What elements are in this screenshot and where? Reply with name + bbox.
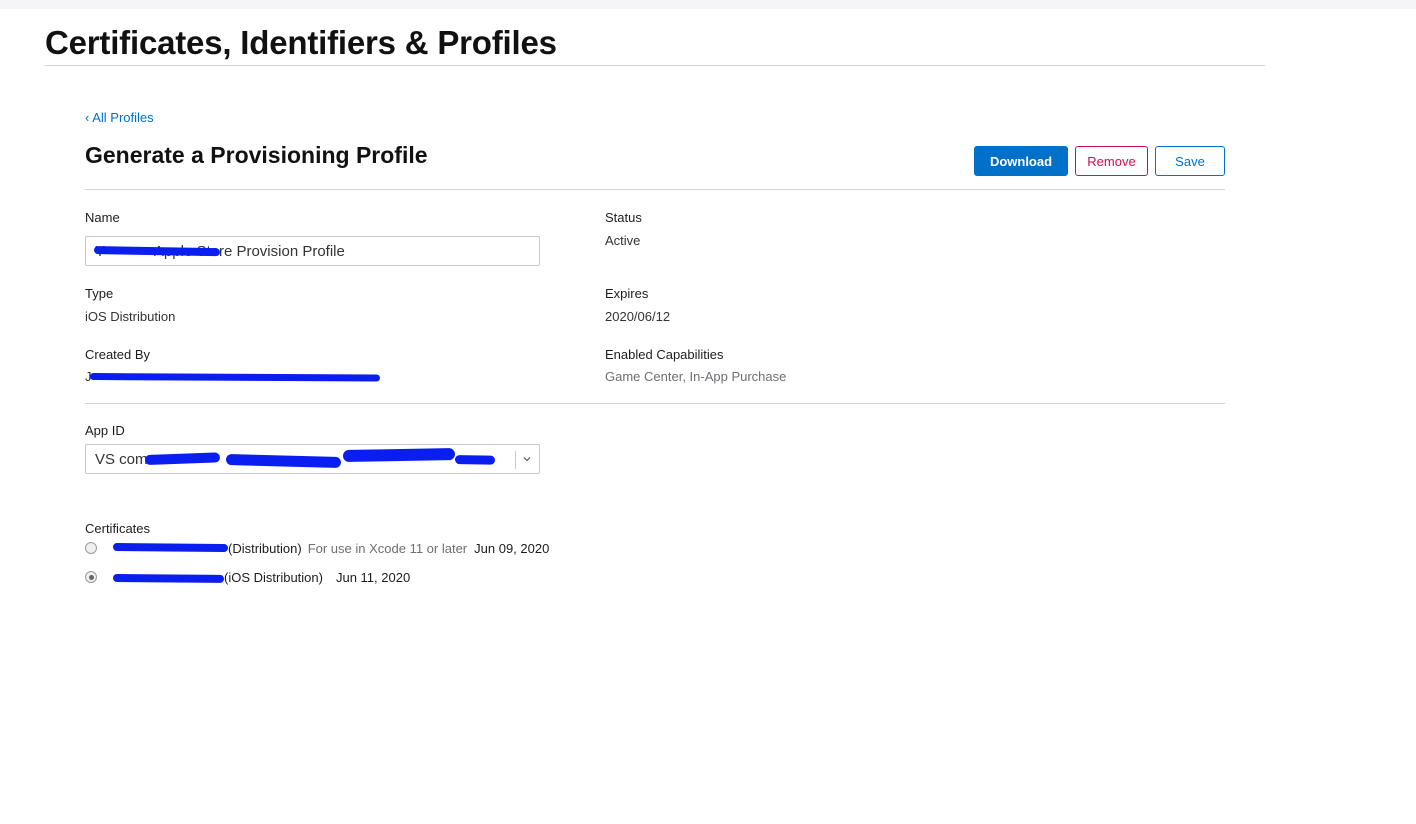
certificate-name: (Distribution) — [228, 541, 302, 556]
name-label: Name — [85, 210, 120, 225]
certificate-radio[interactable] — [85, 542, 97, 554]
title-divider — [45, 65, 1265, 66]
certificate-date: Jun 09, 2020 — [474, 541, 550, 556]
top-bar — [0, 0, 1416, 9]
redaction-mark — [112, 574, 225, 583]
status-label: Status — [605, 210, 642, 225]
app-id-selected-value: VS com — [95, 451, 148, 468]
redaction-mark — [454, 455, 496, 465]
select-divider — [515, 451, 516, 469]
expires-value: 2020/06/12 — [605, 309, 671, 324]
status-value: Active — [605, 233, 641, 248]
all-profiles-link[interactable]: ‹ All Profiles — [85, 110, 154, 125]
save-button[interactable]: Save — [1155, 146, 1225, 176]
certificate-name: (iOS Distribution) — [224, 570, 323, 585]
certificate-radio-selected[interactable] — [85, 571, 97, 583]
remove-button[interactable]: Remove — [1075, 146, 1148, 176]
capabilities-value: Game Center, In-App Purchase — [605, 369, 787, 384]
type-value: iOS Distribution — [85, 309, 176, 324]
redaction-mark — [112, 543, 229, 553]
certificates-label: Certificates — [85, 521, 151, 536]
redaction-mark — [342, 448, 456, 462]
section-divider — [85, 189, 1225, 190]
app-id-label: App ID — [85, 423, 125, 438]
certificate-note: For use in Xcode 11 or later — [307, 541, 468, 556]
section-title: Generate a Provisioning Profile — [85, 142, 428, 168]
section-divider — [85, 403, 1225, 404]
expires-label: Expires — [605, 286, 649, 301]
capabilities-label: Enabled Capabilities — [605, 347, 724, 362]
page-title: Certificates, Identifiers & Profiles — [45, 24, 557, 61]
type-label: Type — [85, 286, 114, 301]
redaction-mark — [89, 373, 381, 382]
certificate-date: Jun 11, 2020 — [335, 570, 411, 585]
download-button[interactable]: Download — [974, 146, 1068, 176]
chevron-down-icon — [523, 457, 531, 462]
created-by-label: Created By — [85, 347, 151, 362]
